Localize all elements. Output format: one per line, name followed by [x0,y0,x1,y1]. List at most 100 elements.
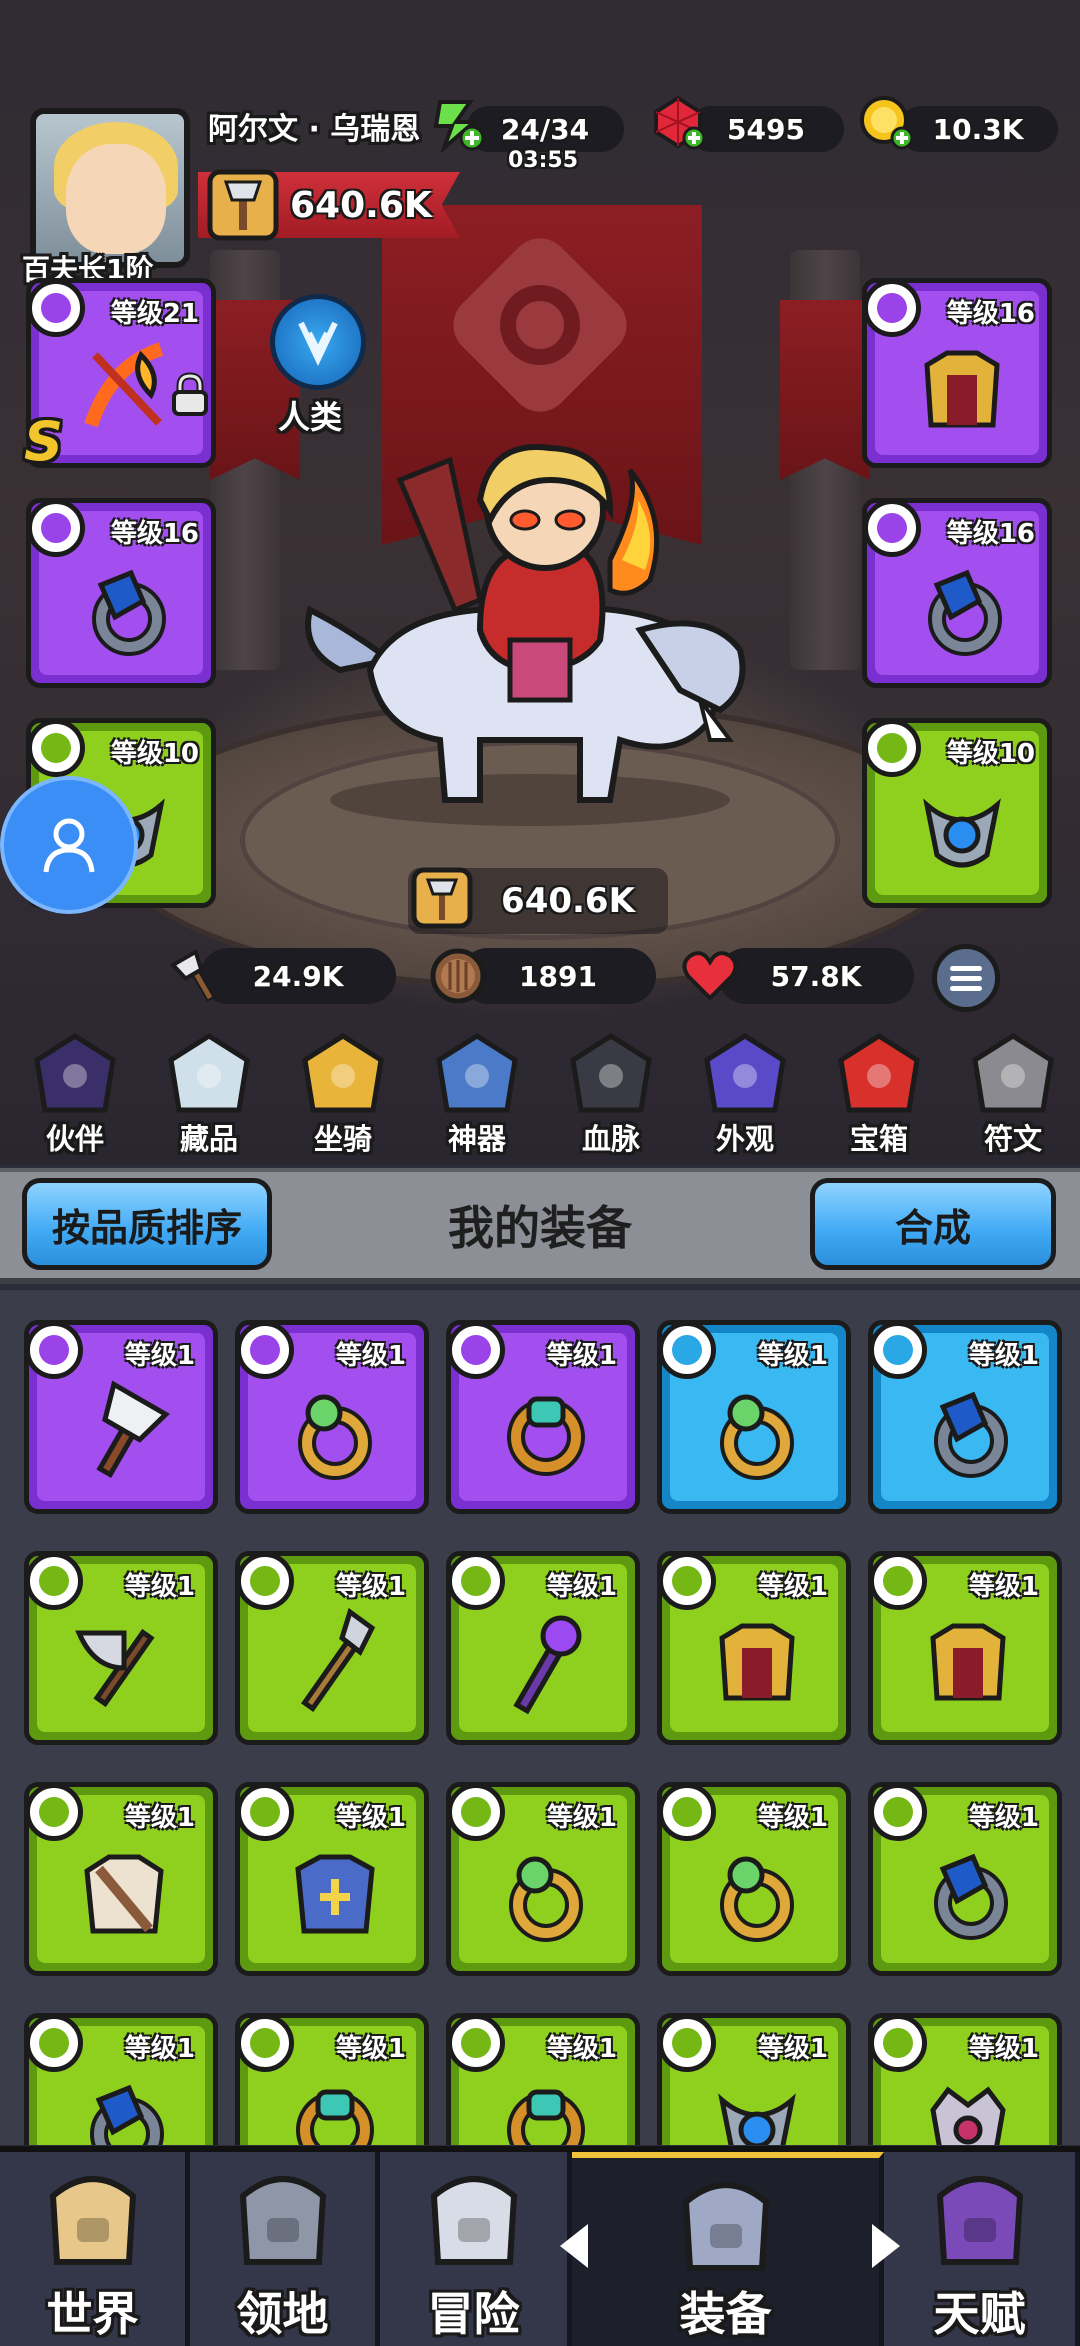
inventory-grid[interactable]: 等级1 等级1 等级1 等级1 等级1 等级1 等级1 等级1 等级1 等级1 … [0,1290,1080,2145]
equipment-slot[interactable]: 等级1 [24,1782,218,1976]
equipment-slot[interactable]: 等级10 [862,718,1052,908]
equipment-slot[interactable]: 等级1 [657,1782,851,1976]
equipment-slot[interactable]: 等级1 [868,2013,1062,2145]
nav-crossed-axes[interactable]: 冒险 [380,2152,572,2346]
feature-bloodline[interactable]: 血脉 [556,1030,666,1158]
slot-type-badge [29,1325,83,1379]
slot-type-badge [662,1325,716,1379]
slot-type-badge [29,1787,83,1841]
equipment-slot[interactable]: 等级16 [862,278,1052,468]
hp-stat: 57.8K [718,948,914,1004]
attack-axe-icon [169,948,215,1002]
equipment-slot[interactable]: 等级1 [235,2013,429,2145]
equipment-slot[interactable]: 等级1 [235,1551,429,1745]
item-level: 等级16 [110,519,199,549]
inventory-title: 我的装备 [448,1201,632,1255]
sort-by-quality-button[interactable]: 按品质排序 [22,1178,272,1270]
slot-type-badge [873,1325,927,1379]
feature-companion[interactable]: 伙伴 [20,1030,130,1158]
gold-ring-icon [491,2070,601,2145]
feature-artifact[interactable]: 神器 [422,1030,532,1158]
feature-label: 藏品 [179,1122,238,1156]
battle-power-icon [411,867,473,929]
equipment-slot[interactable]: 等级1 [235,1320,429,1514]
stats-detail-button[interactable] [932,944,1000,1012]
feature-rune[interactable]: 符文 [958,1030,1068,1158]
item-level: 等级1 [968,1341,1039,1371]
gem-plus-icon[interactable] [650,94,706,150]
feature-appearance[interactable]: 外观 [690,1030,800,1158]
equipment-slot[interactable]: 等级16 [26,498,216,688]
equipment-slot[interactable]: 等级1 [446,1320,640,1514]
nav-helmet[interactable]: 装备 [572,2152,884,2346]
equipment-slot[interactable]: 等级1 [24,1551,218,1745]
item-level: 等级1 [757,1341,828,1371]
energy-plus-icon[interactable] [430,96,486,152]
equipment-slot[interactable]: 等级1 [446,1551,640,1745]
person-icon [43,818,95,873]
nav-castle[interactable]: 领地 [190,2152,380,2346]
sapphire-ring-icon [913,1377,1023,1487]
nav-label: 天赋 [933,2287,1026,2341]
nav-talent-book[interactable]: 天赋 [884,2152,1080,2346]
slot-type-icon [250,1335,280,1365]
nav-right-arrow-icon[interactable] [872,2224,900,2268]
equipment-slot[interactable]: 等级1 [868,1320,1062,1514]
item-level: 等级16 [946,299,1035,329]
rune-icon [972,1033,1054,1113]
equipment-slot[interactable]: 等级1 [657,1551,851,1745]
sapphire-ring-icon [71,555,181,665]
equipment-slot[interactable]: 等级1 [657,1320,851,1514]
race-badge-icon[interactable] [270,294,366,390]
slot-type-icon [39,1335,69,1365]
item-level: 等级1 [124,1341,195,1371]
spear-icon [280,1607,390,1718]
slot-type-badge [662,1556,716,1610]
defense-stat: 1891 [460,948,656,1004]
nav-world-map[interactable]: 世界 [0,2152,190,2346]
slot-type-badge [867,503,921,557]
slot-type-icon [250,2028,280,2058]
equipment-slot[interactable]: 等级1 [24,1320,218,1514]
merge-button[interactable]: 合成 [810,1178,1056,1270]
feature-collection[interactable]: 藏品 [154,1030,264,1158]
equipment-slot[interactable]: 等级16 [862,498,1052,688]
slot-type-badge [31,723,85,777]
collection-icon [168,1033,250,1113]
gold-counter: 10.3K [898,106,1058,152]
feature-label: 伙伴 [45,1122,104,1156]
feature-label: 血脉 [581,1122,640,1156]
slot-type-icon [883,1335,913,1365]
equipment-slot[interactable]: 等级1 [24,2013,218,2145]
slot-type-badge [451,1325,505,1379]
nav-left-arrow-icon[interactable] [560,2224,588,2268]
slot-type-icon [672,1797,702,1827]
slot-type-badge [240,2018,294,2072]
sapphire-ring-icon [907,555,1017,665]
slot-type-badge [873,1787,927,1841]
slot-type-icon [877,293,907,323]
equipment-slot[interactable]: 等级1 [868,1782,1062,1976]
item-level: 等级1 [335,2034,406,2064]
equipment-slot[interactable]: 等级1 [868,1551,1062,1745]
equipment-slot[interactable]: 等级1 [446,1782,640,1976]
slot-type-badge [662,1787,716,1841]
gems-counter: 5495 [688,106,844,152]
banner-emblem-ring [500,285,580,365]
equipment-slot[interactable]: 等级1 [235,1782,429,1976]
gold-ring-icon [491,1377,601,1487]
leather-armor-icon [69,1839,179,1949]
slot-type-icon [883,1566,913,1596]
item-level: 等级1 [968,2034,1039,2064]
player-avatar[interactable] [30,108,190,268]
emerald-ring-icon [491,1839,601,1949]
feature-mount[interactable]: 坐骑 [288,1030,398,1158]
feature-chest[interactable]: 宝箱 [824,1030,934,1158]
equipment-slot[interactable]: 等级1 [446,2013,640,2145]
social-avatar-button[interactable] [0,776,138,914]
equipment-slot[interactable]: 等级1 [657,2013,851,2145]
slot-type-badge [29,1556,83,1610]
item-level: 等级1 [757,2034,828,2064]
energy-counter: 24/34 [466,106,624,152]
gold-plus-icon[interactable] [858,94,914,150]
